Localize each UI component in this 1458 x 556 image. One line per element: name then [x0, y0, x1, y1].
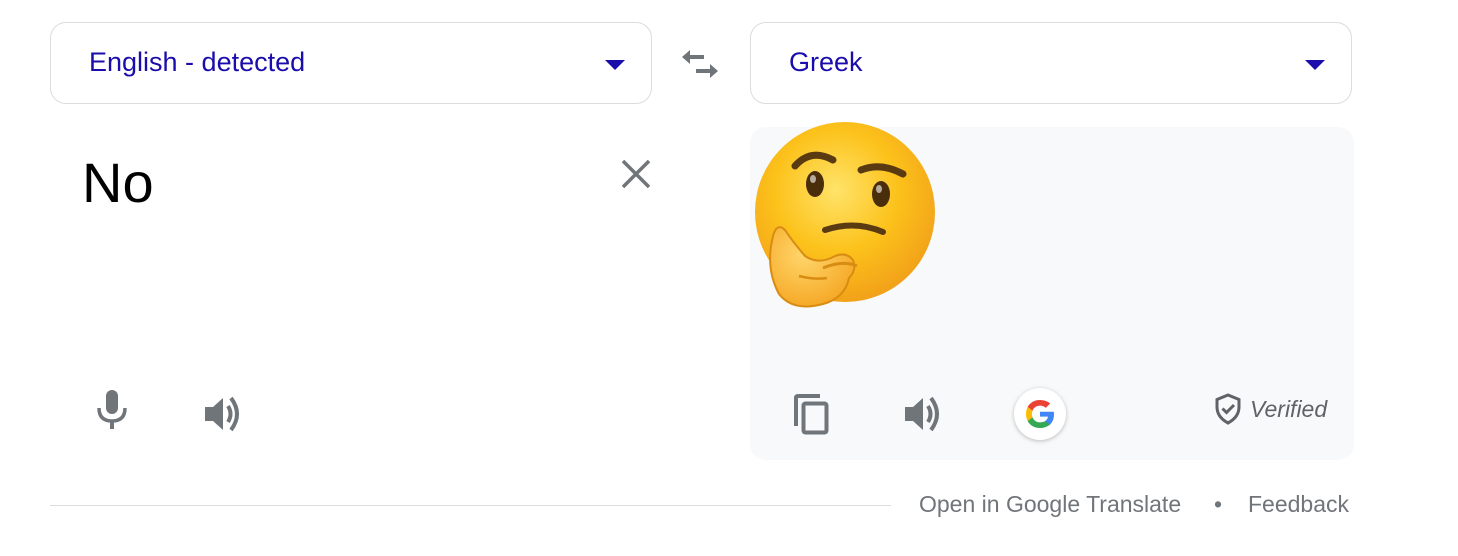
voice-input-button[interactable]: [88, 388, 136, 436]
swap-languages-icon: [682, 50, 718, 78]
verified-label: Verified: [1250, 395, 1328, 422]
footer-divider: [50, 505, 891, 506]
footer-separator: •: [1214, 491, 1223, 517]
target-language-select[interactable]: Greek: [750, 22, 1352, 104]
swap-languages-button[interactable]: [678, 46, 722, 82]
google-search-button[interactable]: [1014, 388, 1066, 440]
dropdown-arrow-icon: [1305, 60, 1325, 70]
microphone-icon: [97, 390, 127, 429]
verified-badge: Verified: [1214, 393, 1327, 425]
shield-check-icon: [1215, 393, 1241, 425]
open-in-google-translate-link[interactable]: Open in Google Translate: [919, 491, 1181, 518]
target-language-label: Greek: [789, 47, 863, 77]
speaker-icon: [905, 396, 939, 432]
copy-translation-button[interactable]: [786, 390, 834, 438]
clear-source-button[interactable]: [614, 152, 658, 196]
thinking-face-icon: [755, 122, 935, 308]
clear-icon: [621, 159, 651, 189]
copy-icon: [794, 394, 829, 435]
source-language-label: English - detected: [89, 47, 306, 77]
feedback-link[interactable]: Feedback: [1248, 491, 1349, 518]
translate-widget: English - detected Greek No Verified Ope…: [0, 0, 1458, 556]
listen-translation-button[interactable]: [900, 390, 948, 438]
listen-source-button[interactable]: [200, 390, 248, 438]
speaker-icon: [205, 396, 239, 432]
source-language-select[interactable]: English - detected: [50, 22, 652, 104]
dropdown-arrow-icon: [605, 60, 625, 70]
source-text-input[interactable]: No: [82, 150, 154, 215]
google-logo-icon: [1026, 400, 1054, 428]
